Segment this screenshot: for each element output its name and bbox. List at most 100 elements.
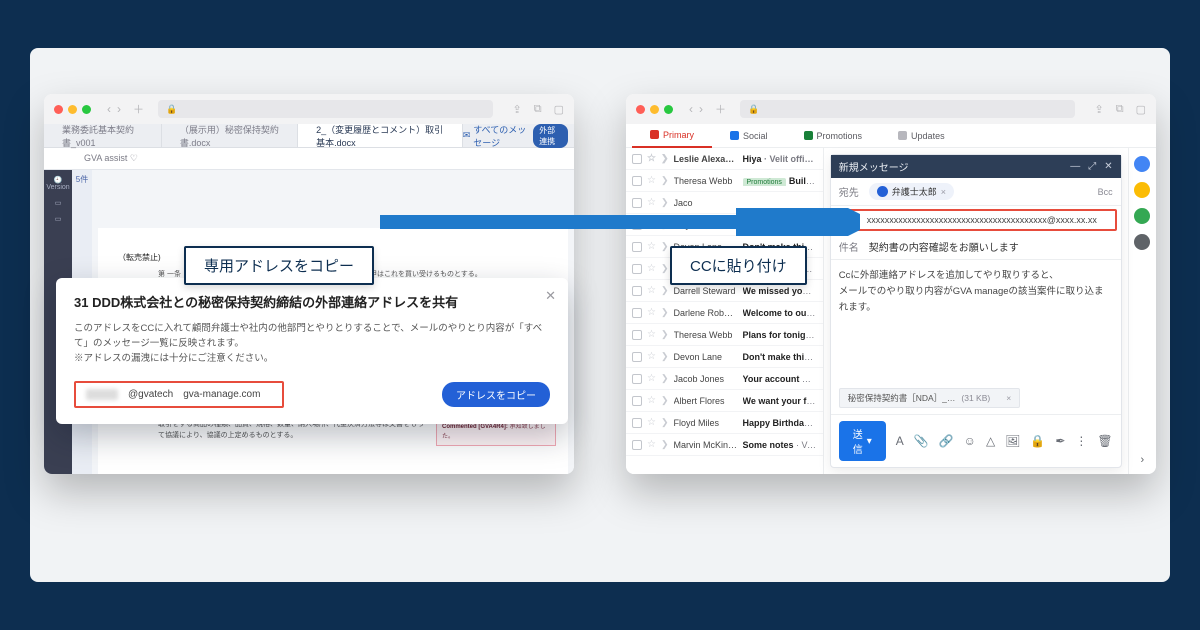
share-icon[interactable]: ⇪: [513, 103, 522, 116]
star-icon[interactable]: ☆: [647, 395, 656, 406]
remove-chip-icon[interactable]: ×: [941, 187, 946, 197]
remove-attachment-icon[interactable]: ×: [1006, 393, 1011, 403]
rail-tasks-icon[interactable]: [1134, 208, 1150, 224]
mail-row[interactable]: ☆❯Devon LaneDon't make this bad · Albequ…: [626, 346, 823, 368]
version-icon[interactable]: 🕘Version: [46, 176, 69, 191]
checkbox[interactable]: [632, 440, 642, 450]
close-icon[interactable]: [636, 105, 645, 114]
send-button[interactable]: 送信▾: [839, 421, 886, 461]
confidential-icon[interactable]: 🔒: [1030, 434, 1045, 448]
cc-field[interactable]: Cc xxxxxxxxxxxxxxxxxxxxxxxxxxxxxxxxxxxxx…: [835, 209, 1117, 231]
link-icon[interactable]: 🔗: [939, 434, 954, 448]
forward-button[interactable]: ›: [117, 102, 121, 116]
checkbox[interactable]: [632, 308, 642, 318]
star-icon[interactable]: ☆: [647, 351, 656, 362]
mail-list[interactable]: ☆❯Leslie AlexanderHiya · Velit officia c…: [626, 148, 824, 474]
important-icon[interactable]: ❯: [661, 417, 669, 428]
important-icon[interactable]: ❯: [661, 175, 669, 186]
star-icon[interactable]: ☆: [647, 307, 656, 318]
sidebar-item[interactable]: ▭: [55, 215, 62, 223]
attachment-chip[interactable]: 秘密保持契約書［NDA］_… (31 KB) ×: [839, 388, 1020, 408]
recipient-chip[interactable]: 弁護士太郎 ×: [869, 183, 954, 200]
doc-tab-3[interactable]: 2_（変更履歴とコメント）取引基本.docx: [298, 124, 463, 147]
copy-address-button[interactable]: アドレスをコピー: [442, 382, 550, 407]
checkbox[interactable]: [632, 374, 642, 384]
mail-row[interactable]: ☆❯Jacob JonesYour account with us · Labo…: [626, 368, 823, 390]
important-icon[interactable]: ❯: [661, 153, 669, 164]
subject-field[interactable]: 件名 契約書の内容確認をお願いします: [831, 234, 1121, 260]
important-icon[interactable]: ❯: [661, 263, 669, 274]
close-icon[interactable]: ✕: [1104, 161, 1112, 172]
checkbox[interactable]: [632, 242, 642, 252]
back-button[interactable]: ‹: [107, 102, 111, 116]
important-icon[interactable]: ❯: [661, 241, 669, 252]
back-button[interactable]: ‹: [689, 102, 693, 116]
checkbox[interactable]: [632, 286, 642, 296]
checkbox[interactable]: [632, 396, 642, 406]
star-icon[interactable]: ☆: [647, 285, 656, 296]
share-icon[interactable]: ⇪: [1095, 103, 1104, 116]
mail-row[interactable]: ☆❯Floyd MilesHappy Birthday · Consectetu…: [626, 412, 823, 434]
star-icon[interactable]: ☆: [647, 329, 656, 340]
address-bar[interactable]: 🔒: [158, 100, 493, 118]
star-icon[interactable]: ☆: [647, 241, 656, 252]
star-icon[interactable]: ☆: [647, 219, 656, 230]
important-icon[interactable]: ❯: [661, 373, 669, 384]
to-field[interactable]: 宛先 弁護士太郎 × Bcc: [831, 178, 1121, 206]
address-bar[interactable]: 🔒: [740, 100, 1075, 118]
minimize-icon[interactable]: [650, 105, 659, 114]
compose-header[interactable]: 新規メッセージ — ⤢ ✕: [831, 155, 1121, 178]
emoji-icon[interactable]: ☺: [964, 434, 976, 448]
add-tab-button[interactable]: ＋: [715, 101, 726, 117]
checkbox[interactable]: [632, 220, 642, 230]
star-icon[interactable]: ☆: [647, 197, 656, 208]
mail-row[interactable]: ☆❯Theresa WebbPlans for tonight · Nulla …: [626, 324, 823, 346]
tab-updates[interactable]: Updates: [880, 124, 963, 148]
tabs-icon[interactable]: ▢: [554, 103, 564, 116]
rail-calendar-icon[interactable]: [1134, 156, 1150, 172]
close-icon[interactable]: [54, 105, 63, 114]
mail-row[interactable]: ☆❯Marvin McKinneySome notes · Vestibulum…: [626, 434, 823, 456]
mail-row[interactable]: ☆❯Leslie AlexanderHiya · Velit officia c…: [626, 148, 823, 170]
star-icon[interactable]: ☆: [647, 153, 656, 164]
trash-icon[interactable]: 🗑: [1097, 434, 1112, 448]
zoom-icon[interactable]: [664, 105, 673, 114]
important-icon[interactable]: ❯: [661, 395, 669, 406]
checkbox[interactable]: [632, 264, 642, 274]
doc-tab-1[interactable]: 業務委託基本契約書_v001: [44, 124, 162, 147]
important-icon[interactable]: ❯: [661, 439, 669, 450]
compose-body[interactable]: Ccに外部連絡アドレスを追加してやり取りすると、 メールでのやり取り内容がGVA…: [831, 260, 1121, 382]
checkbox[interactable]: [632, 418, 642, 428]
doc-tab-2[interactable]: （展示用）秘密保持契約書.docx: [162, 124, 298, 147]
minimize-icon[interactable]: —: [1070, 161, 1080, 172]
tab-primary[interactable]: Primary: [632, 124, 712, 148]
chevron-right-icon[interactable]: ›: [1140, 454, 1144, 466]
drive-icon[interactable]: △: [986, 434, 995, 448]
checkbox[interactable]: [632, 198, 642, 208]
important-icon[interactable]: ❯: [661, 329, 669, 340]
star-icon[interactable]: ☆: [647, 175, 656, 186]
mail-row[interactable]: ☆❯Darlene RobertsonWelcome to our mailin…: [626, 302, 823, 324]
checkbox[interactable]: [632, 154, 642, 164]
close-modal-button[interactable]: ✕: [545, 288, 556, 304]
zoom-icon[interactable]: [82, 105, 91, 114]
forward-button[interactable]: ›: [699, 102, 703, 116]
image-icon[interactable]: 🖼: [1005, 434, 1020, 448]
signature-icon[interactable]: ✒: [1055, 434, 1065, 448]
important-icon[interactable]: ❯: [661, 219, 669, 230]
tabs-icon[interactable]: ▢: [1136, 103, 1146, 116]
tab-social[interactable]: Social: [712, 124, 786, 148]
checkbox[interactable]: [632, 330, 642, 340]
rail-keep-icon[interactable]: [1134, 182, 1150, 198]
rail-contacts-icon[interactable]: [1134, 234, 1150, 250]
copy-icon[interactable]: ⧉: [534, 103, 542, 116]
star-icon[interactable]: ☆: [647, 439, 656, 450]
format-icon[interactable]: A: [896, 434, 904, 448]
mail-row[interactable]: ☆❯Albert FloresWe want your feedback · M…: [626, 390, 823, 412]
minimize-icon[interactable]: [68, 105, 77, 114]
mail-row[interactable]: ☆❯Jaco: [626, 192, 823, 214]
checkbox[interactable]: [632, 176, 642, 186]
important-icon[interactable]: ❯: [661, 197, 669, 208]
star-icon[interactable]: ☆: [647, 373, 656, 384]
star-icon[interactable]: ☆: [647, 263, 656, 274]
